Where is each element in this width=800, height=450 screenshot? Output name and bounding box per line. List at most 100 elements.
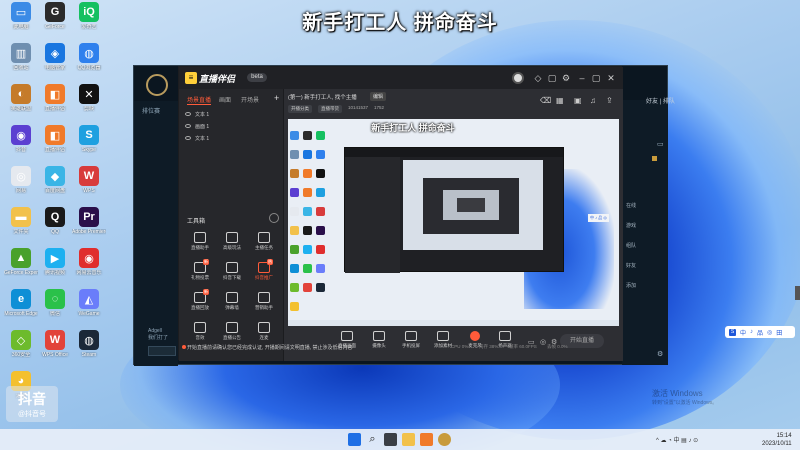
toolbox-item[interactable]: 音效 [185,322,215,341]
desktop-icon[interactable]: e Microsoft Edge [4,289,38,317]
desktop-icon[interactable]: ◉ 网易云音乐 [72,248,106,276]
desktop-icon[interactable]: ▶ 腾讯视频 [38,248,72,276]
toolbox-item[interactable]: 抖音下载 [217,262,247,281]
visibility-icon[interactable] [185,136,191,140]
phone-cast-button[interactable]: 手机投屏 [396,331,426,349]
toolbox-item[interactable]: 直播回放 新 [185,289,215,311]
trash-icon[interactable]: ⌫ [540,96,551,105]
social-list-item[interactable]: 在线 [626,202,656,210]
toolbox-item[interactable]: 礼物投票 新 [185,259,215,281]
system-tray[interactable]: ^ ☁ ◔ 中 ▤ ♪ ⊙ [656,435,698,444]
desktop-icon[interactable]: ◭ WeGame [72,289,106,317]
eye-icon[interactable]: ◎ [540,338,546,346]
search-icon[interactable]: ⌕ [366,433,379,446]
desktop-icon[interactable]: ✕ 剪映 [72,84,106,112]
ime-item[interactable]: 田 [776,328,782,337]
user-avatar[interactable] [512,72,524,84]
file-explorer-icon[interactable] [402,433,415,446]
record-icon[interactable]: ▣ [574,96,582,105]
live-type-chip[interactable]: 直播带货 [318,105,342,113]
desktop-icon[interactable]: ▥ 回收站 [4,43,38,71]
tab-open-scene[interactable]: 开场景 [241,95,259,104]
desktop-icon[interactable]: ◧ 直播伴侣 [38,84,72,112]
preview-desktop-icon [316,245,325,254]
ime-item[interactable]: 品 [757,328,763,337]
category-chip[interactable]: 开播分类 [288,105,312,113]
scene-item[interactable]: 文本 1 [185,133,277,143]
toolbox-item[interactable]: 直播公告 [217,322,247,341]
desktop-icon[interactable]: ▬ 文件夹 [4,207,38,235]
window-titlebar[interactable]: ≡ 直播伴侣 beta ◇ ▢ ⚙ – ▢ ✕ [179,67,623,89]
ime-toolbar[interactable]: S 中 ♪ 品 ◎ 田 [725,326,795,338]
tab-scene-live[interactable]: 场景直播 [187,95,212,105]
toolbox-item[interactable]: 主播任务 [249,232,279,251]
desktop-icon[interactable]: S Skype [72,125,106,153]
stream-preview-canvas[interactable]: 新手打工人 拼命奋斗 中 ♪ 品 ◎ [288,119,619,326]
desktop-icon[interactable]: ◍ Steam [72,330,106,358]
toolbox-item[interactable]: 营销助手 [249,292,279,311]
toolbox-item[interactable]: 直播助手 [185,232,215,251]
desktop-icon[interactable]: ◍ QQ浏览器 [72,43,106,71]
settings-icon[interactable]: ⚙ [657,350,663,358]
task-view-icon[interactable] [384,433,397,446]
toolbox-item[interactable]: 弹幕墙 [217,292,247,311]
clock[interactable]: 15:14 2023/10/11 [762,432,792,448]
desktop-icon[interactable]: ◇ 360安全 [4,330,38,358]
desktop-icon[interactable]: ◐ 英雄联盟 [4,84,38,112]
tab-picture[interactable]: 画面 [219,95,231,104]
desktop-icon[interactable]: ◌ 微信 [38,289,72,317]
desktop-icon[interactable]: Q QQ [38,207,72,235]
livestream-companion-window[interactable]: ≡ 直播伴侣 beta ◇ ▢ ⚙ – ▢ ✕ 场景直播 画面 开场景 + 文本… [178,66,623,361]
desktop-icon[interactable]: ▲ GeForce Experience [4,248,38,276]
toolbox-item[interactable]: 抖音推广 热 [249,259,279,281]
desktop-icon[interactable]: ◉ 抖音 [4,125,38,153]
ime-item[interactable]: ◎ [767,329,772,336]
scene-label: 画面 1 [195,123,210,130]
chat-icon[interactable]: ▭ [657,140,664,148]
social-list-item[interactable]: 好友 [626,262,656,270]
message-icon[interactable]: ▢ [547,73,557,83]
ime-mode[interactable]: 中 [740,328,746,337]
ime-item[interactable]: ♪ [750,329,753,335]
desktop-icon[interactable]: ◧ 直播伴侣 [38,125,72,153]
desktop-icon[interactable]: ◆ 百度网盘 [38,166,72,194]
bell-icon[interactable]: ♫ [590,96,596,105]
app-icon: Pr [79,207,99,227]
league-client-icon[interactable] [438,433,451,446]
livestream-companion-icon[interactable] [420,433,433,446]
shield-icon[interactable]: ◇ [533,73,543,83]
desktop-icon[interactable]: Pr Adobe Premiere [72,207,106,235]
maximize-icon[interactable]: ▢ [591,73,601,83]
preview-desktop-icon [316,283,325,292]
toolbox-item[interactable]: 连麦 [249,322,279,341]
game-client-chat-input[interactable] [148,346,176,356]
tool-icon [226,262,238,273]
room-id: 10141537 [348,105,369,110]
desktop-icon[interactable]: ◎ 网易 [4,166,38,194]
layout-icon[interactable]: ▦ [556,96,564,105]
scene-item[interactable]: 文本 1 [185,109,277,119]
scene-item[interactable]: 画面 1 [185,121,277,131]
camera-button[interactable]: 摄像头 [364,331,394,349]
gear-icon[interactable]: ⚙ [561,73,571,83]
minimize-icon[interactable]: – [577,73,587,83]
edge-handle[interactable] [795,286,800,300]
toolbox-item[interactable]: 高级玩法 [217,232,247,251]
desktop-icon[interactable]: W WPS Office [38,330,72,358]
desktop-icon[interactable]: ◈ 电脑管家 [38,43,72,71]
social-list-item[interactable]: 组队 [626,242,656,250]
toolbox-settings-icon[interactable] [269,213,279,223]
social-list-item[interactable]: 添加 [626,282,656,290]
add-scene-button[interactable]: + [274,93,279,103]
game-client-social-tab[interactable]: 好友 | 排队 [646,96,675,105]
desktop-icon[interactable]: W WPS [72,166,106,194]
social-list-item[interactable]: 游戏 [626,222,656,230]
close-icon[interactable]: ✕ [606,73,616,83]
fps-stat: 帧率 60.0FPS [509,344,537,349]
share-icon[interactable]: ⇪ [606,96,613,105]
tool-label: 高级玩法 [223,245,241,250]
visibility-icon[interactable] [185,124,191,128]
windows-start-icon[interactable] [348,433,361,446]
edit-room-button[interactable]: 编辑 [370,92,387,101]
visibility-icon[interactable] [185,112,191,116]
